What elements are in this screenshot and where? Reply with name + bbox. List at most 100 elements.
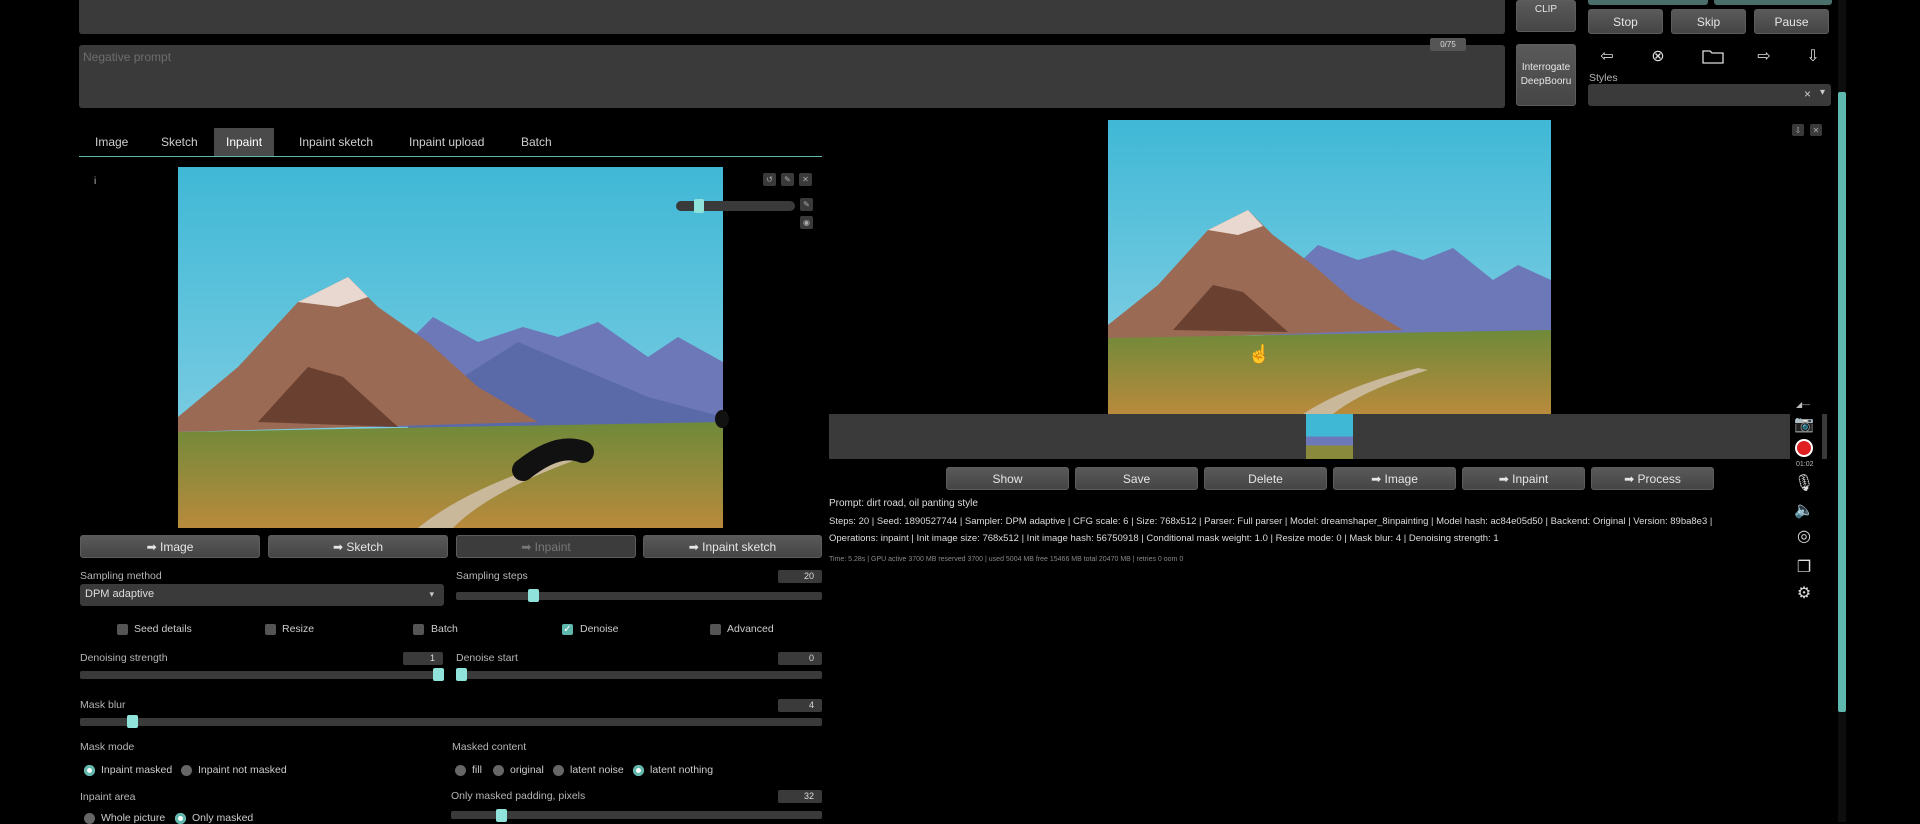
sampling-steps-value[interactable]: 20 — [778, 570, 822, 583]
padding-value[interactable]: 32 — [778, 790, 822, 803]
palette-icon[interactable]: ◉ — [800, 216, 813, 229]
sampling-method-dropdown[interactable]: DPM adaptive ▾ — [80, 584, 444, 606]
undo-icon[interactable]: ↺ — [763, 173, 776, 186]
camera-icon[interactable]: 📷 — [1792, 414, 1816, 434]
skip-button[interactable]: Skip — [1671, 9, 1746, 34]
mask-blur-thumb[interactable] — [127, 715, 138, 728]
denoise-label: Denoise — [580, 623, 619, 635]
positive-prompt-area[interactable] — [79, 0, 1505, 34]
info-prompt: Prompt: dirt road, oil panting style — [829, 498, 978, 509]
skip-label: Skip — [1696, 14, 1721, 29]
original-radio[interactable] — [493, 765, 504, 776]
stop-button[interactable]: Stop — [1588, 9, 1663, 34]
latent-nothing-radio[interactable] — [633, 765, 644, 776]
settings-gear-icon[interactable]: ⚙ — [1792, 583, 1816, 603]
delete-button[interactable]: Delete — [1204, 467, 1327, 490]
send-output-to-process-button[interactable]: ➡ Process — [1591, 467, 1714, 490]
denoise-checkbox[interactable]: ✓ — [562, 624, 573, 635]
mask-blur-slider[interactable] — [80, 718, 822, 726]
gallery-thumbnail[interactable] — [1306, 414, 1353, 459]
advanced-checkbox[interactable] — [710, 624, 721, 635]
inpaint-masked-radio[interactable] — [84, 765, 95, 776]
download-small-icon[interactable]: ⇩ — [1792, 124, 1804, 136]
top-green-bar-2[interactable] — [1714, 0, 1832, 5]
page-scrollbar-thumb[interactable] — [1838, 92, 1846, 712]
collapse-handle[interactable] — [715, 410, 729, 428]
sampling-method-value: DPM adaptive — [85, 588, 155, 600]
denoising-strength-label: Denoising strength — [80, 652, 168, 664]
top-green-bar-1[interactable] — [1588, 0, 1708, 5]
info-timing: Time: 5.28s | GPU active 3700 MB reserve… — [829, 556, 1184, 563]
sampling-steps-label: Sampling steps — [456, 570, 528, 582]
send-to-inpaint-sketch-label: ➡ Inpaint sketch — [688, 539, 777, 554]
window-icon[interactable]: ❐ — [1792, 557, 1816, 577]
tab-inpaint-sketch[interactable]: Inpaint sketch — [287, 128, 385, 156]
chevron-down-icon[interactable]: ▾ — [1820, 87, 1825, 98]
send-to-inpaint-button[interactable]: ➡ Inpaint — [456, 535, 636, 558]
side-toolbar-handle[interactable]: ◢— — [1796, 400, 1816, 409]
tab-inpaint-upload[interactable]: Inpaint upload — [397, 128, 496, 156]
whole-picture-label: Whole picture — [101, 812, 166, 824]
padding-thumb[interactable] — [496, 809, 507, 822]
folder-icon[interactable] — [1702, 48, 1724, 67]
padding-label: Only masked padding, pixels — [451, 790, 586, 802]
tab-image[interactable]: Image — [83, 128, 140, 156]
denoising-strength-value[interactable]: 1 — [403, 652, 443, 665]
interrogate-deepbooru-button[interactable]: Interrogate DeepBooru — [1516, 44, 1576, 106]
latent-noise-radio[interactable] — [553, 765, 564, 776]
webcam-icon[interactable]: ◎ — [1792, 526, 1816, 546]
send-to-sketch-button[interactable]: ➡ Sketch — [268, 535, 448, 558]
download-icon[interactable]: ⇩ — [1801, 46, 1825, 66]
speaker-icon[interactable]: 🔈 — [1792, 500, 1816, 520]
sampling-steps-slider[interactable] — [456, 592, 822, 600]
mask-blur-value[interactable]: 4 — [778, 699, 822, 712]
send-arrow-icon[interactable]: ⇨ — [1752, 46, 1776, 66]
canvas-info-mark: i — [94, 176, 97, 187]
sampling-method-label: Sampling method — [80, 570, 162, 582]
close-small-icon[interactable]: ✕ — [1810, 124, 1822, 136]
show-button[interactable]: Show — [946, 467, 1069, 490]
denoising-strength-slider[interactable] — [80, 671, 444, 679]
styles-dropdown[interactable]: × ▾ — [1588, 84, 1831, 106]
close-icon[interactable]: ✕ — [799, 173, 812, 186]
interrogate-clip-button[interactable]: CLIP — [1516, 0, 1576, 32]
latent-nothing-label: latent nothing — [650, 764, 714, 776]
tab-sketch[interactable]: Sketch — [149, 128, 210, 156]
batch-checkbox[interactable] — [413, 624, 424, 635]
tab-inpaint[interactable]: Inpaint — [214, 128, 275, 156]
record-icon[interactable] — [1797, 441, 1811, 455]
denoise-start-value[interactable]: 0 — [778, 652, 822, 665]
inpaint-canvas[interactable] — [178, 167, 723, 528]
styles-clear-icon[interactable]: × — [1804, 87, 1811, 101]
denoising-strength-thumb[interactable] — [433, 668, 444, 681]
erase-icon[interactable]: ✎ — [781, 173, 794, 186]
send-output-to-process-label: ➡ Process — [1624, 471, 1681, 486]
resize-checkbox[interactable] — [265, 624, 276, 635]
brush-size-slider[interactable] — [676, 199, 795, 213]
only-masked-radio[interactable] — [175, 813, 186, 824]
sampling-steps-thumb[interactable] — [528, 589, 539, 602]
clear-icon[interactable]: ⊗ — [1646, 46, 1670, 66]
back-arrow-icon[interactable]: ⇦ — [1595, 46, 1619, 66]
microphone-icon[interactable]: 🎙 — [1792, 473, 1816, 493]
seed-details-checkbox[interactable] — [117, 624, 128, 635]
pause-button[interactable]: Pause — [1754, 9, 1829, 34]
save-button[interactable]: Save — [1075, 467, 1198, 490]
tab-batch[interactable]: Batch — [509, 128, 564, 156]
inpaint-not-masked-label: Inpaint not masked — [198, 764, 287, 776]
inpaint-not-masked-radio[interactable] — [181, 765, 192, 776]
denoise-start-thumb[interactable] — [456, 668, 467, 681]
send-output-to-image-button[interactable]: ➡ Image — [1333, 467, 1456, 490]
fill-label: fill — [472, 764, 482, 776]
brush-size-thumb[interactable] — [694, 199, 704, 213]
send-to-inpaint-sketch-button[interactable]: ➡ Inpaint sketch — [643, 535, 822, 558]
send-to-image-button[interactable]: ➡ Image — [80, 535, 260, 558]
fill-radio[interactable] — [455, 765, 466, 776]
denoise-start-slider[interactable] — [456, 671, 822, 679]
output-image[interactable] — [1108, 120, 1551, 414]
brush-icon[interactable]: ✎ — [800, 198, 813, 211]
negative-prompt-input[interactable]: Negative prompt — [79, 45, 1505, 108]
inpaint-masked-label: Inpaint masked — [101, 764, 173, 776]
whole-picture-radio[interactable] — [84, 813, 95, 824]
send-output-to-inpaint-button[interactable]: ➡ Inpaint — [1462, 467, 1585, 490]
